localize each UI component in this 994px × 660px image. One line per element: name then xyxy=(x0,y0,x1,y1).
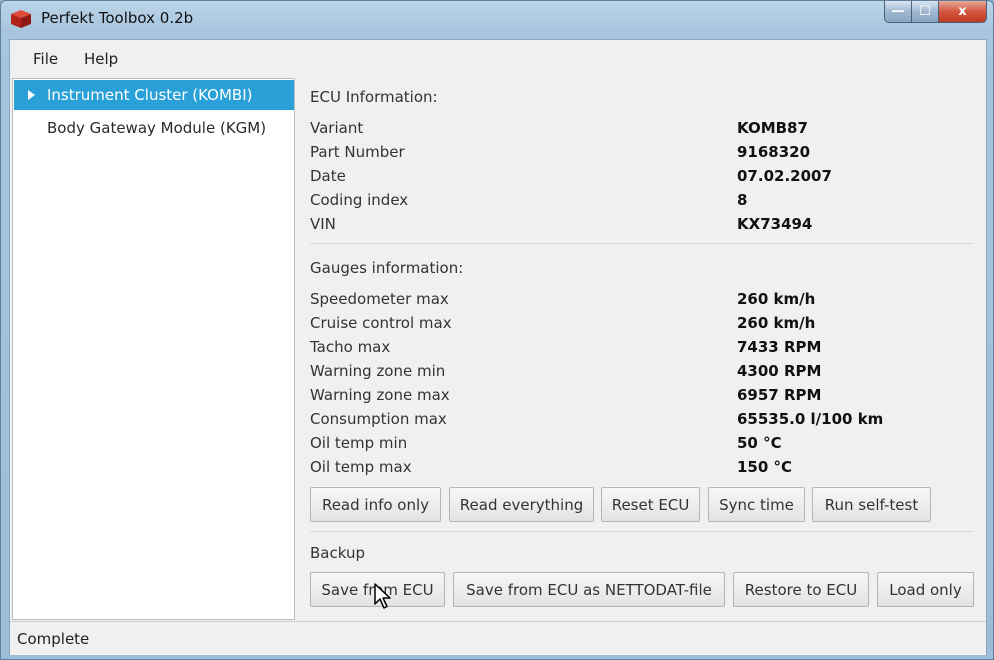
date-value: 07.02.2007 xyxy=(737,167,832,185)
oil-temp-min-value: 50 °C xyxy=(737,434,782,452)
tree-item-kgm[interactable]: Body Gateway Module (KGM) xyxy=(14,113,294,143)
mouse-pointer-icon xyxy=(374,583,391,609)
ecu-details-panel: ECU Information: Variant KOMB87 Part Num… xyxy=(296,78,986,620)
menu-bar: File Help xyxy=(10,40,986,78)
backup-heading: Backup xyxy=(310,544,365,562)
status-text: Complete xyxy=(17,630,90,648)
window-controls: — ☐ x xyxy=(884,1,987,23)
tree-item-kombi[interactable]: Instrument Cluster (KOMBI) xyxy=(14,80,294,110)
tree-item-label: Body Gateway Module (KGM) xyxy=(47,119,267,137)
menu-file[interactable]: File xyxy=(33,50,58,68)
status-bar: Complete xyxy=(10,621,986,655)
sync-time-button[interactable]: Sync time xyxy=(708,487,805,522)
speedometer-max-value: 260 km/h xyxy=(737,290,816,308)
red-cube-icon xyxy=(11,10,31,28)
part-number-label: Part Number xyxy=(310,143,405,161)
ecu-info-heading: ECU Information: xyxy=(310,88,438,106)
coding-index-value: 8 xyxy=(737,191,748,209)
restore-to-ecu-button[interactable]: Restore to ECU xyxy=(733,572,869,607)
triangle-right-icon[interactable] xyxy=(28,90,35,100)
vin-value: KX73494 xyxy=(737,215,813,233)
reset-ecu-button[interactable]: Reset ECU xyxy=(601,487,700,522)
minimize-button[interactable]: — xyxy=(884,1,912,23)
vin-label: VIN xyxy=(310,215,336,233)
variant-label: Variant xyxy=(310,119,364,137)
oil-temp-min-label: Oil temp min xyxy=(310,434,408,452)
load-only-button[interactable]: Load only xyxy=(877,572,974,607)
maximize-button[interactable]: ☐ xyxy=(912,1,939,23)
close-icon: x xyxy=(958,4,967,19)
read-everything-button[interactable]: Read everything xyxy=(449,487,594,522)
date-label: Date xyxy=(310,167,346,185)
coding-index-label: Coding index xyxy=(310,191,409,209)
warning-zone-min-label: Warning zone min xyxy=(310,362,446,380)
warning-zone-min-value: 4300 RPM xyxy=(737,362,822,380)
oil-temp-max-label: Oil temp max xyxy=(310,458,412,476)
cruise-control-max-value: 260 km/h xyxy=(737,314,816,332)
tacho-max-value: 7433 RPM xyxy=(737,338,822,356)
window-title: Perfekt Toolbox 0.2b xyxy=(41,9,194,27)
minimize-icon: — xyxy=(891,4,905,19)
consumption-max-value: 65535.0 l/100 km xyxy=(737,410,884,428)
oil-temp-max-value: 150 °C xyxy=(737,458,793,476)
part-number-value: 9168320 xyxy=(737,143,811,161)
read-info-button[interactable]: Read info only xyxy=(310,487,441,522)
title-bar[interactable]: Perfekt Toolbox 0.2b — ☐ x xyxy=(1,1,993,37)
variant-value: KOMB87 xyxy=(737,119,808,137)
ecu-tree: Instrument Cluster (KOMBI) Body Gateway … xyxy=(12,78,295,620)
client-area: File Help Instrument Cluster (KOMBI) Bod… xyxy=(9,39,987,655)
tacho-max-label: Tacho max xyxy=(310,338,391,356)
separator xyxy=(310,243,974,244)
warning-zone-max-label: Warning zone max xyxy=(310,386,450,404)
separator xyxy=(310,531,974,532)
tree-item-label: Instrument Cluster (KOMBI) xyxy=(47,86,253,104)
menu-help[interactable]: Help xyxy=(84,50,118,68)
cruise-control-max-label: Cruise control max xyxy=(310,314,452,332)
gauges-info-heading: Gauges information: xyxy=(310,259,464,277)
close-button[interactable]: x xyxy=(939,1,987,23)
warning-zone-max-value: 6957 RPM xyxy=(737,386,822,404)
run-self-test-button[interactable]: Run self-test xyxy=(812,487,931,522)
consumption-max-label: Consumption max xyxy=(310,410,447,428)
maximize-icon: ☐ xyxy=(919,4,931,19)
save-nettodat-button[interactable]: Save from ECU as NETTODAT-file xyxy=(453,572,725,607)
app-window: Perfekt Toolbox 0.2b — ☐ x File Help Ins… xyxy=(0,0,994,660)
speedometer-max-label: Speedometer max xyxy=(310,290,449,308)
